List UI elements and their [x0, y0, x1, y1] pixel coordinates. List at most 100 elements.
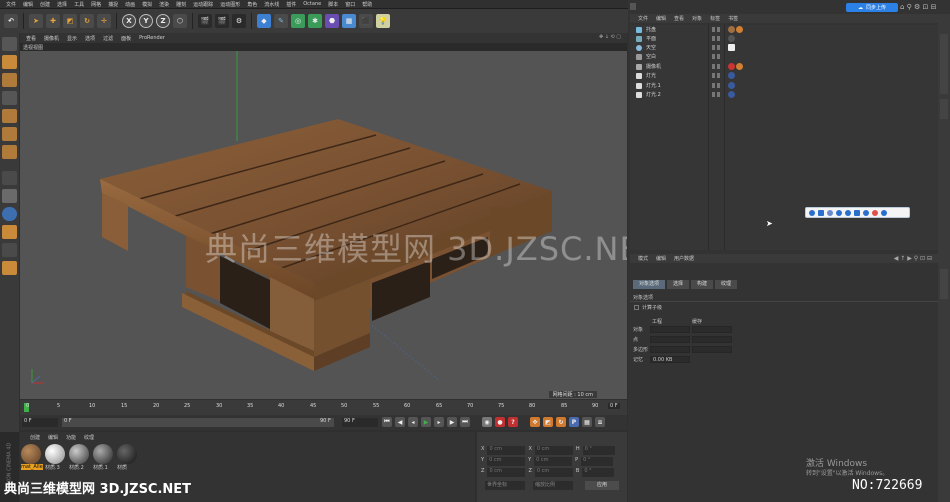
- previous-key-icon[interactable]: ◀: [395, 417, 405, 427]
- material-menu-item[interactable]: 创建: [30, 434, 40, 441]
- key-param-icon[interactable]: P: [569, 417, 579, 427]
- ime-punct-icon[interactable]: [827, 209, 833, 216]
- array-icon[interactable]: ✱: [308, 14, 322, 28]
- object-menu-item[interactable]: 书签: [728, 15, 738, 22]
- visibility-dots[interactable]: [712, 27, 720, 32]
- object-menu-item[interactable]: 对象: [692, 15, 702, 22]
- rotation-h-field[interactable]: 0 °: [582, 446, 615, 455]
- ime-chinese-icon[interactable]: [818, 209, 824, 216]
- viewport-menu-item[interactable]: 过滤: [103, 35, 113, 42]
- render-view-icon[interactable]: 🎬: [198, 14, 212, 28]
- key-rotation-icon[interactable]: ↻: [556, 417, 566, 427]
- menu-item[interactable]: 运动跟踪: [193, 1, 213, 8]
- floor-icon[interactable]: ▦: [342, 14, 356, 28]
- viewport-nav-icon[interactable]: ✥ ↓ ⟲ ▢: [599, 34, 621, 40]
- next-frame-icon[interactable]: ▸: [434, 417, 444, 427]
- texture-tag-icon[interactable]: [728, 44, 735, 51]
- target-tag-icon[interactable]: [728, 91, 735, 98]
- z-axis-lock-button[interactable]: Z: [156, 14, 170, 28]
- size-y-field[interactable]: 0 cm: [534, 457, 573, 466]
- tab-texture[interactable]: 纹理: [715, 280, 738, 289]
- perspective-viewport[interactable]: 典尚三维模型网 3D.JZSC.NET: [20, 51, 627, 394]
- side-tab[interactable]: [940, 269, 948, 299]
- light-icon[interactable]: 💡: [376, 14, 390, 28]
- cloud-upload-button[interactable]: ☁ 同步上传: [846, 3, 898, 12]
- phong-tag-icon[interactable]: [736, 26, 743, 33]
- render-picture-viewer-icon[interactable]: 🎬: [215, 14, 229, 28]
- ime-emoji-icon[interactable]: [836, 209, 842, 216]
- visibility-dots[interactable]: [712, 92, 720, 97]
- key-pla-icon[interactable]: ▦: [582, 417, 592, 427]
- menu-item[interactable]: 创建: [40, 1, 50, 8]
- rotation-p-field[interactable]: 0 °: [581, 457, 614, 466]
- texture-tag-icon[interactable]: [728, 35, 735, 42]
- menu-item[interactable]: 网格: [91, 1, 101, 8]
- x-axis-lock-button[interactable]: X: [122, 14, 136, 28]
- menu-item[interactable]: 角色: [247, 1, 257, 8]
- transform-icon[interactable]: ✛: [97, 14, 111, 28]
- visibility-dots[interactable]: [712, 73, 720, 78]
- viewport-menu-item[interactable]: ProRender: [139, 35, 165, 41]
- coord-mode-dropdown[interactable]: 世界坐标: [485, 481, 525, 490]
- menu-item[interactable]: 窗口: [345, 1, 355, 8]
- ime-settings-icon[interactable]: [881, 209, 887, 216]
- timeline-menu-icon[interactable]: ≡: [595, 417, 605, 427]
- object-row[interactable]: 空白: [630, 52, 938, 61]
- model-mode-icon[interactable]: [2, 55, 17, 69]
- subdivision-surface-icon[interactable]: ◎: [291, 14, 305, 28]
- visibility-dots[interactable]: [712, 64, 720, 69]
- object-menu-item[interactable]: 标签: [710, 15, 720, 22]
- render-settings-icon[interactable]: ⚙: [232, 14, 246, 28]
- coordinate-system-icon[interactable]: ⬡: [173, 14, 187, 28]
- menu-item[interactable]: 脚本: [328, 1, 338, 8]
- visibility-dots[interactable]: [712, 83, 720, 88]
- viewport-menu-item[interactable]: 查看: [26, 35, 36, 42]
- viewport-menu-item[interactable]: 选项: [85, 35, 95, 42]
- size-mode-dropdown[interactable]: 缩放比例: [533, 481, 573, 490]
- points-mode-icon[interactable]: [2, 109, 17, 123]
- deformer-icon[interactable]: ⬣: [325, 14, 339, 28]
- position-y-field[interactable]: 0 cm: [487, 457, 526, 466]
- play-icon[interactable]: ▶: [421, 417, 431, 427]
- menu-item[interactable]: 选择: [57, 1, 67, 8]
- ime-skin-icon[interactable]: [872, 209, 878, 216]
- object-menu-item[interactable]: 查看: [674, 15, 684, 22]
- key-position-icon[interactable]: ✥: [530, 417, 540, 427]
- next-key-icon[interactable]: ▶: [447, 417, 457, 427]
- menu-item[interactable]: 工具: [74, 1, 84, 8]
- target-tag-icon[interactable]: [736, 63, 743, 70]
- texture-mode-icon[interactable]: [2, 73, 17, 87]
- visibility-dots[interactable]: [712, 45, 720, 50]
- texture-tag-icon[interactable]: [728, 26, 735, 33]
- menu-item[interactable]: 捕捉: [108, 1, 118, 8]
- object-manager-tools-icon[interactable]: ⌂ ⚲ ⚙ ⊡ ⊟: [900, 3, 936, 11]
- current-frame-field[interactable]: 0 F: [22, 418, 58, 427]
- go-to-end-icon[interactable]: ⏭: [460, 417, 470, 427]
- menu-item[interactable]: 帮助: [362, 1, 372, 8]
- protection-tag-icon[interactable]: [728, 63, 735, 70]
- ime-toolbar[interactable]: [805, 207, 910, 218]
- material-slot[interactable]: 材质.2: [69, 444, 91, 472]
- viewport-menu-item[interactable]: 面板: [121, 35, 131, 42]
- material-slot[interactable]: 材质.3: [45, 444, 67, 472]
- menu-item[interactable]: Octane: [303, 1, 321, 7]
- start-frame-field[interactable]: 0 F: [62, 418, 334, 427]
- tab-selection[interactable]: 选择: [667, 280, 690, 289]
- pen-spline-icon[interactable]: ✎: [274, 14, 288, 28]
- sculpt-icon[interactable]: [2, 225, 17, 239]
- target-tag-icon[interactable]: [728, 82, 735, 89]
- visibility-dots[interactable]: [712, 54, 720, 59]
- menu-item[interactable]: 运动图形: [220, 1, 240, 8]
- cube-primitive-icon[interactable]: ◆: [257, 14, 271, 28]
- ime-voice-icon[interactable]: [863, 209, 869, 216]
- object-menu-item[interactable]: 编辑: [656, 15, 666, 22]
- attr-menu-item[interactable]: 用户数据: [674, 255, 694, 262]
- position-x-field[interactable]: 0 cm: [487, 446, 526, 455]
- object-row[interactable]: 平面: [630, 34, 938, 43]
- select-arrow-icon[interactable]: ➤: [29, 14, 43, 28]
- compute-children-checkbox[interactable]: [634, 305, 639, 310]
- ime-tools-icon[interactable]: [845, 209, 851, 216]
- menu-item[interactable]: 插件: [286, 1, 296, 8]
- timeline-ruler[interactable]: 0 5 10 15 20 25 30 35 40 45 50 55 60 65 …: [20, 400, 627, 415]
- side-tab[interactable]: [940, 99, 948, 119]
